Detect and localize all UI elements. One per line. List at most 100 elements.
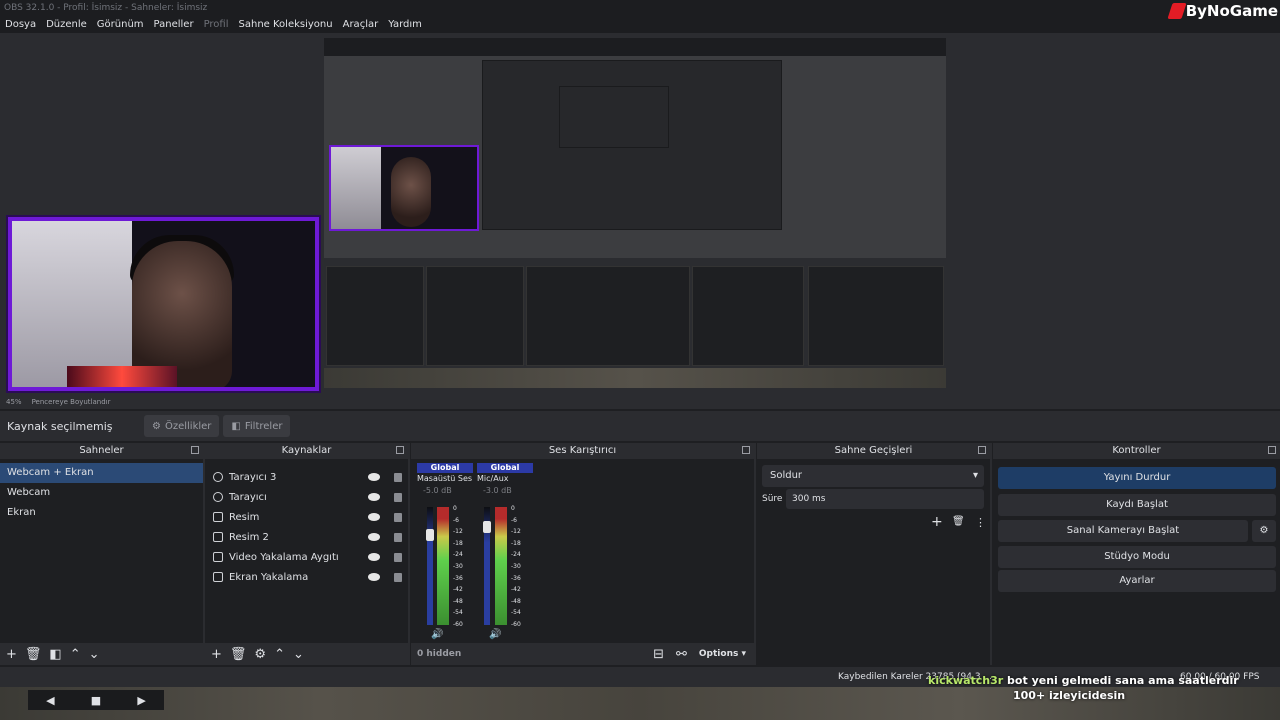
zoom-level[interactable]: 45%: [6, 395, 22, 409]
scene-item[interactable]: Webcam + Ekran: [0, 463, 203, 483]
add-icon[interactable]: +: [211, 647, 222, 662]
properties-button[interactable]: ⚙ Özellikler: [144, 415, 220, 437]
chevron-down-icon: ▾: [972, 470, 978, 481]
channel-name[interactable]: Masaüstü Ses: [417, 473, 473, 485]
down-arrow-icon[interactable]: ⌄: [89, 647, 100, 662]
undock-icon[interactable]: [978, 446, 986, 454]
studio-mode-button[interactable]: Stüdyo Modu: [998, 546, 1276, 568]
layout-icon[interactable]: ⊟: [653, 647, 664, 662]
trash-icon[interactable]: 🗑: [25, 647, 42, 662]
volume-slider-knob[interactable]: [426, 529, 434, 541]
duration-label: Süre: [762, 494, 783, 504]
filter-icon[interactable]: ◧: [49, 647, 61, 662]
speaker-icon[interactable]: 🔊: [431, 629, 443, 640]
link-icon[interactable]: ⚯: [676, 647, 687, 662]
channel-name[interactable]: Mic/Aux: [477, 473, 533, 485]
menu-sahne-koleksiyonu[interactable]: Sahne Koleksiyonu: [239, 16, 333, 33]
trash-icon[interactable]: 🗑: [952, 516, 965, 527]
db-tick-label: -30: [511, 563, 521, 570]
lock-icon[interactable]: [394, 492, 402, 502]
db-tick-label: 0: [511, 505, 515, 512]
gear-icon[interactable]: ⚙: [254, 647, 266, 662]
scene-item[interactable]: Webcam: [0, 483, 203, 503]
trash-icon[interactable]: 🗑: [230, 647, 247, 662]
volume-slider-knob[interactable]: [483, 521, 491, 533]
menu-gorunum[interactable]: Görünüm: [97, 16, 144, 33]
brand-mark-icon: [1167, 3, 1187, 19]
undock-icon[interactable]: [1268, 446, 1276, 454]
nested-webcam: [329, 145, 479, 231]
undock-icon[interactable]: [191, 446, 199, 454]
menu-duzenle[interactable]: Düzenle: [46, 16, 87, 33]
more-icon[interactable]: ⋮: [975, 516, 986, 529]
window-title: OBS 32.1.0 - Profil: İsimsiz - Sahneler:…: [0, 0, 1280, 16]
db-tick-label: -60: [453, 621, 463, 628]
mixer-options-button[interactable]: Options ▾: [699, 649, 746, 659]
up-arrow-icon[interactable]: ⌃: [274, 647, 285, 662]
down-arrow-icon[interactable]: ⌄: [293, 647, 304, 662]
hidden-count[interactable]: 0 hidden: [417, 649, 461, 659]
menu-profil[interactable]: Profil: [204, 16, 229, 33]
source-item[interactable]: Tarayıcı: [205, 487, 408, 507]
menu-yardim[interactable]: Yardım: [388, 16, 422, 33]
audio-mixer-dock: Ses Karıştırıcı Global Masaüstü Ses -5.0…: [411, 443, 754, 665]
speaker-icon[interactable]: 🔊: [489, 629, 501, 640]
source-item[interactable]: Resim: [205, 507, 408, 527]
previous-icon[interactable]: ◀: [46, 694, 54, 707]
menu-araclar[interactable]: Araçlar: [343, 16, 379, 33]
undock-icon[interactable]: [742, 446, 750, 454]
stop-icon[interactable]: ■: [91, 694, 101, 707]
source-item[interactable]: Video Yakalama Aygıtı: [205, 547, 408, 567]
channel-tag: Global: [417, 463, 473, 473]
globe-icon: [213, 472, 223, 482]
eye-icon[interactable]: [368, 513, 380, 521]
stop-stream-button[interactable]: Yayını Durdur: [998, 467, 1276, 489]
menu-paneller[interactable]: Paneller: [154, 16, 194, 33]
lock-icon[interactable]: [394, 572, 402, 582]
db-tick-label: -24: [511, 551, 521, 559]
up-arrow-icon[interactable]: ⌃: [70, 647, 81, 662]
eye-icon[interactable]: [368, 473, 380, 481]
eye-icon[interactable]: [368, 573, 380, 581]
eye-icon[interactable]: [368, 493, 380, 501]
fit-to-window[interactable]: Pencereye Boyutlandır: [32, 395, 111, 409]
preview-area[interactable]: [0, 33, 1280, 395]
transition-select[interactable]: Soldur ▾: [762, 465, 984, 487]
transitions-title: Sahne Geçişleri: [834, 445, 913, 456]
start-virtualcam-button[interactable]: Sanal Kamerayı Başlat: [998, 520, 1248, 542]
lock-icon[interactable]: [394, 472, 402, 482]
volume-slider-track[interactable]: [427, 507, 433, 625]
db-tick-label: -60: [511, 621, 521, 628]
add-icon[interactable]: +: [6, 647, 17, 662]
db-tick-label: -42: [453, 586, 463, 594]
chat-message-2: 100+ izleyicidesin: [1013, 689, 1126, 702]
settings-button[interactable]: Ayarlar: [998, 570, 1276, 592]
chat-message: bot yeni gelmedi sana ama saatlerdir: [1007, 674, 1239, 687]
lock-icon[interactable]: [394, 512, 402, 522]
db-tick-label: 0: [453, 505, 457, 512]
db-tick-label: -12: [511, 528, 521, 536]
menu-dosya[interactable]: Dosya: [5, 16, 36, 33]
undock-icon[interactable]: [396, 446, 404, 454]
lock-icon[interactable]: [394, 532, 402, 542]
filters-button[interactable]: ◧ Filtreler: [223, 415, 291, 437]
add-icon[interactable]: +: [931, 514, 943, 530]
play-icon[interactable]: ▶: [137, 694, 145, 707]
source-item[interactable]: Ekran Yakalama: [205, 567, 408, 587]
channel-volume: -3.0 dB: [483, 486, 512, 495]
lock-icon[interactable]: [394, 552, 402, 562]
scene-item[interactable]: Ekran: [0, 503, 203, 523]
virtualcam-settings-button[interactable]: ⚙: [1252, 520, 1276, 542]
controls-title: Kontroller: [1112, 445, 1161, 456]
channel-volume: -5.0 dB: [423, 486, 452, 495]
source-item[interactable]: Resim 2: [205, 527, 408, 547]
start-recording-button[interactable]: Kaydı Başlat: [998, 494, 1276, 516]
eye-icon[interactable]: [368, 553, 380, 561]
eye-icon[interactable]: [368, 533, 380, 541]
sources-dock: Kaynaklar Tarayıcı 3 Tarayıcı Resim Resi…: [205, 443, 408, 665]
image-icon: [213, 532, 223, 542]
db-tick-label: -24: [453, 551, 463, 559]
source-item[interactable]: Tarayıcı 3: [205, 467, 408, 487]
brand-logo: ByNoGame: [1167, 0, 1278, 22]
duration-input[interactable]: 300 ms: [786, 489, 984, 509]
